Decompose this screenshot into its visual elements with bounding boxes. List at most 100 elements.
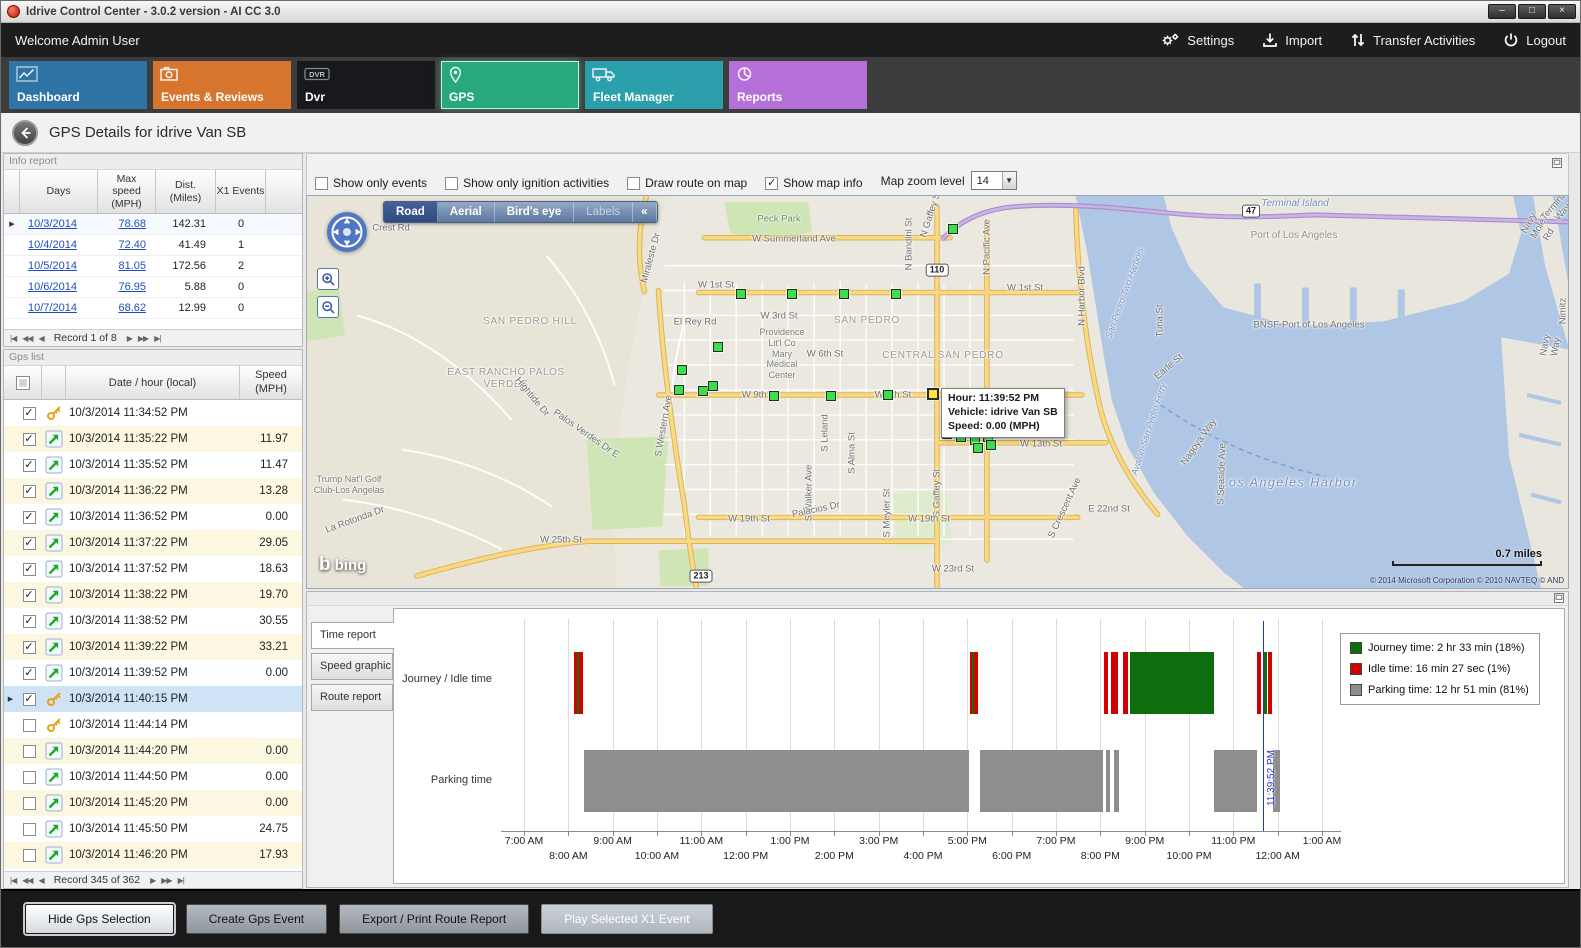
gps-list-row[interactable]: ✓10/3/2014 11:37:22 PM29.05	[4, 530, 302, 556]
gps-marker[interactable]	[674, 385, 684, 395]
gps-marker[interactable]	[883, 390, 893, 400]
topbar-action-logout[interactable]: Logout	[1503, 32, 1566, 48]
gps-marker-selected[interactable]	[927, 388, 939, 400]
first-page-button[interactable]: |◀	[10, 876, 16, 885]
nav-tile-dashboard[interactable]: Dashboard	[9, 61, 147, 109]
export-print-route-report-button[interactable]: Export / Print Route Report	[339, 904, 529, 934]
gps-list-row[interactable]: 10/3/2014 11:45:20 PM0.00	[4, 790, 302, 816]
gps-list-row[interactable]: ✓10/3/2014 11:39:52 PM0.00	[4, 660, 302, 686]
info-report-row[interactable]: ▶10/3/201478.68142.310	[4, 214, 302, 235]
row-checkbox[interactable]	[23, 849, 36, 862]
row-checkbox[interactable]	[23, 797, 36, 810]
max-speed-link[interactable]: 81.05	[98, 260, 156, 272]
info-report-row[interactable]: 10/7/201468.6212.990	[4, 298, 302, 319]
gps-marker[interactable]	[736, 289, 746, 299]
back-button[interactable]	[12, 120, 38, 146]
column-header-max-speed[interactable]: Maxspeed(MPH)	[98, 170, 156, 213]
gps-marker[interactable]	[769, 391, 779, 401]
column-header-days[interactable]: Days	[20, 170, 98, 213]
checkbox[interactable]	[627, 177, 640, 190]
checkbox[interactable]: ✓	[765, 177, 778, 190]
max-speed-link[interactable]: 76.95	[98, 281, 156, 293]
topbar-action-transfer-activities[interactable]: Transfer Activities	[1350, 32, 1475, 48]
checkbox[interactable]	[445, 177, 458, 190]
gps-list-row[interactable]: ✓10/3/2014 11:38:22 PM19.70	[4, 582, 302, 608]
fast-prev-button[interactable]: ◀◀	[22, 876, 32, 885]
map-option-show-map-info[interactable]: ✓Show map info	[765, 176, 862, 190]
row-checkbox[interactable]: ✓	[23, 407, 36, 420]
max-speed-link[interactable]: 68.62	[98, 302, 156, 314]
gps-marker[interactable]	[698, 386, 708, 396]
gps-list-row[interactable]: ✓10/3/2014 11:38:52 PM30.55	[4, 608, 302, 634]
gps-marker[interactable]	[891, 289, 901, 299]
gps-list-row[interactable]: ▶✓10/3/2014 11:40:15 PM	[4, 686, 302, 712]
fast-next-button[interactable]: ▶▶	[161, 876, 171, 885]
gps-list-row[interactable]: ✓10/3/2014 11:35:22 PM11.97	[4, 426, 302, 452]
maximize-panel-button[interactable]	[1552, 158, 1562, 168]
gps-list-row[interactable]: 10/3/2014 11:44:50 PM0.00	[4, 764, 302, 790]
map-view-tab-road[interactable]: Road	[384, 202, 438, 222]
gps-marker[interactable]	[986, 440, 996, 450]
last-page-button[interactable]: ▶|	[178, 876, 184, 885]
chart-tab-speed-graphic[interactable]: Speed graphic	[311, 653, 393, 680]
row-checkbox[interactable]: ✓	[23, 537, 36, 550]
gps-list-row[interactable]: ✓10/3/2014 11:37:52 PM18.63	[4, 556, 302, 582]
nav-tile-gps[interactable]: GPS	[441, 61, 579, 109]
gps-list-row[interactable]: ✓10/3/2014 11:34:52 PM	[4, 400, 302, 426]
gps-marker[interactable]	[787, 289, 797, 299]
gps-marker[interactable]	[973, 443, 983, 453]
nav-tile-reports[interactable]: Reports	[729, 61, 867, 109]
gps-list-row[interactable]: ✓10/3/2014 11:39:22 PM33.21	[4, 634, 302, 660]
row-checkbox[interactable]: ✓	[23, 433, 36, 446]
nav-tile-dvr[interactable]: DVRDvr	[297, 61, 435, 109]
chart-tab-time-report[interactable]: Time report	[311, 622, 395, 649]
row-checkbox[interactable]: ✓	[23, 667, 36, 680]
chart-tab-route-report[interactable]: Route report	[311, 684, 393, 711]
gps-list-row[interactable]: 10/3/2014 11:44:14 PM	[4, 712, 302, 738]
next-page-button[interactable]: ▶	[127, 334, 132, 343]
collapse-map-bar-button[interactable]: «	[633, 202, 656, 222]
column-header-dist[interactable]: Dist.(Miles)	[156, 170, 216, 213]
map-view-tab-bird-s-eye[interactable]: Bird's eye	[495, 202, 575, 222]
hide-gps-selection-button[interactable]: Hide Gps Selection	[25, 904, 174, 934]
day-link[interactable]: 10/4/2014	[20, 239, 98, 251]
gps-marker[interactable]	[839, 289, 849, 299]
nav-tile-events-reviews[interactable]: Events & Reviews	[153, 61, 291, 109]
topbar-action-import[interactable]: Import	[1262, 32, 1322, 48]
close-button[interactable]: ×	[1548, 4, 1576, 19]
map-view-tab-labels[interactable]: Labels	[574, 202, 633, 222]
gps-list-row[interactable]: ✓10/3/2014 11:36:22 PM13.28	[4, 478, 302, 504]
info-report-row[interactable]: 10/6/201476.955.880	[4, 277, 302, 298]
gps-marker[interactable]	[708, 381, 718, 391]
row-checkbox[interactable]	[23, 771, 36, 784]
map-option-show-only-events[interactable]: Show only events	[315, 176, 427, 190]
prev-page-button[interactable]: ◀	[39, 334, 44, 343]
gps-list-row[interactable]: 10/3/2014 11:44:20 PM0.00	[4, 738, 302, 764]
column-header-speed[interactable]: Speed (MPH)	[240, 366, 302, 399]
gps-list-row[interactable]: 10/3/2014 11:45:50 PM24.75	[4, 816, 302, 842]
gps-marker[interactable]	[677, 365, 687, 375]
first-page-button[interactable]: |◀	[10, 334, 16, 343]
topbar-action-settings[interactable]: Settings	[1160, 32, 1234, 48]
row-checkbox[interactable]: ✓	[23, 693, 36, 706]
fast-next-button[interactable]: ▶▶	[138, 334, 148, 343]
maximize-panel-button[interactable]	[1554, 593, 1564, 603]
map-compass[interactable]	[325, 210, 369, 254]
map-zoom-in-button[interactable]	[317, 268, 339, 290]
next-page-button[interactable]: ▶	[150, 876, 155, 885]
info-report-row[interactable]: 10/5/201481.05172.562	[4, 256, 302, 277]
row-checkbox[interactable]: ✓	[23, 511, 36, 524]
select-all-checkbox[interactable]	[4, 366, 42, 399]
last-page-button[interactable]: ▶|	[154, 334, 160, 343]
maximize-button[interactable]: □	[1518, 4, 1546, 19]
fast-prev-button[interactable]: ◀◀	[22, 334, 32, 343]
row-checkbox[interactable]: ✓	[23, 615, 36, 628]
gps-marker[interactable]	[948, 224, 958, 234]
nav-tile-fleet-manager[interactable]: Fleet Manager	[585, 61, 723, 109]
prev-page-button[interactable]: ◀	[39, 876, 44, 885]
map-option-draw-route-on-map[interactable]: Draw route on map	[627, 176, 747, 190]
row-checkbox[interactable]: ✓	[23, 485, 36, 498]
gps-list-row[interactable]: ✓10/3/2014 11:35:52 PM11.47	[4, 452, 302, 478]
map-option-show-only-ignition-activities[interactable]: Show only ignition activities	[445, 176, 609, 190]
play-selected-x1-event-button[interactable]: Play Selected X1 Event	[541, 904, 712, 934]
